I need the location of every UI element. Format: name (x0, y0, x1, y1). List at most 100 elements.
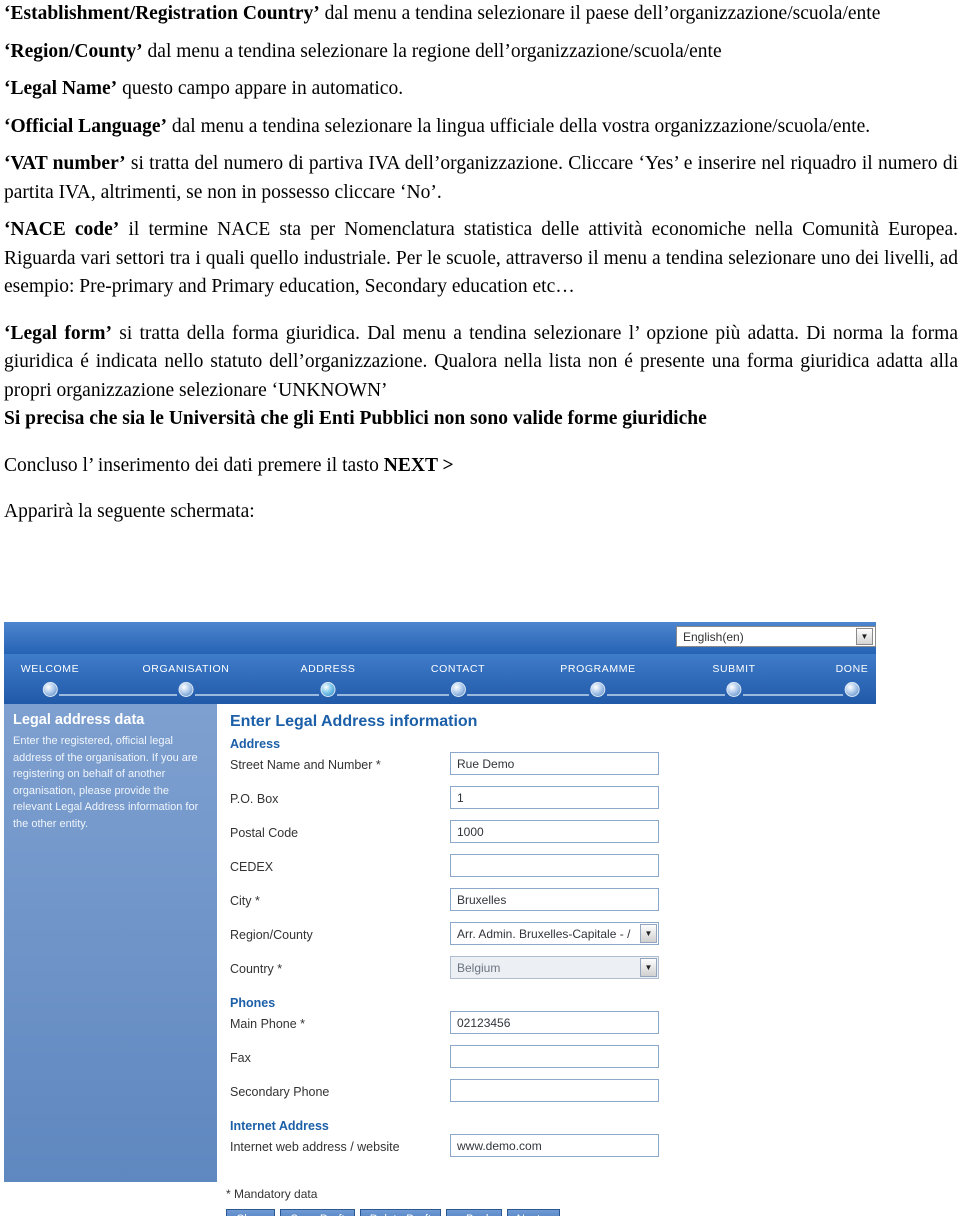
paragraph-vat: ‘VAT number’ si tratta del numero di par… (4, 150, 958, 207)
wizard-step-label: ORGANISATION (142, 663, 230, 675)
form-field-input[interactable]: www.demo.com (450, 1134, 659, 1157)
text-run: si tratta del numero di partiva IVA dell… (4, 153, 958, 203)
paragraph-precisa: Si precisa che sia le Università che gli… (4, 405, 958, 434)
form-field-input[interactable]: 02123456 (450, 1011, 659, 1034)
form-field-value: Bruxelles (457, 892, 507, 907)
bold-run: ‘Legal form’ (4, 322, 112, 344)
wizard-step-bar: WELCOME ORGANISATION ADDRESS CONTACT PROGRAM… (4, 654, 876, 704)
form-field-value: Arr. Admin. Bruxelles-Capitale - / (457, 926, 631, 941)
form-field-input[interactable] (450, 1079, 659, 1102)
form-button-bar: Close Save Draft Delete Draft < Back Next > (226, 1209, 561, 1216)
form-field-value: Belgium (457, 960, 501, 975)
wizard-step-dot[interactable] (178, 682, 194, 697)
form-field-row: Main Phone * 02123456 (217, 1011, 876, 1045)
form-field-label: Region/County (230, 928, 313, 942)
form-field-input[interactable]: 1 (450, 786, 659, 809)
wizard-step-label: PROGRAMME (560, 663, 636, 675)
document-page: ‘Establishment/Registration Country’ dal… (0, 0, 960, 1223)
wizard-step-contact[interactable]: CONTACT (431, 663, 485, 697)
chevron-down-icon[interactable]: ▼ (640, 924, 657, 943)
paragraph-legal-form: ‘Legal form’ si tratta della forma giuri… (4, 320, 958, 406)
application-screenshot: English(en) ▼ WELCOME ORGANISATION ADDRESS… (4, 622, 876, 1216)
wizard-step-dot[interactable] (590, 682, 606, 697)
wizard-step-dot[interactable] (42, 682, 58, 697)
form-group-heading: Address (230, 737, 281, 751)
form-groups: Address Street Name and Number * Rue Demo P… (217, 731, 876, 1168)
form-field-value: 1 (457, 790, 464, 805)
bold-run: ‘Legal Name’ (4, 78, 118, 99)
button-save-draft[interactable]: Save Draft (280, 1209, 355, 1216)
bold-run: ‘Official Language’ (4, 115, 168, 137)
bold-run: ‘VAT number’ (4, 153, 126, 174)
paragraph-legal-name: ‘Legal Name’ questo campo appare in auto… (4, 75, 958, 104)
form-field-value: Rue Demo (457, 756, 515, 771)
form-field-label: Street Name and Number * (230, 758, 381, 772)
form-field-label: CEDEX (230, 860, 274, 874)
button-close[interactable]: Close (226, 1209, 276, 1216)
form-field-value: 02123456 (457, 1015, 511, 1030)
form-field-label: Fax (230, 1051, 251, 1065)
form-field-label: Main Phone * (230, 1017, 306, 1031)
wizard-step-address[interactable]: ADDRESS (301, 663, 356, 697)
mandatory-data-note: * Mandatory data (226, 1187, 318, 1201)
wizard-step-dot[interactable] (844, 682, 860, 697)
form-field-row: City * Bruxelles (217, 888, 876, 922)
wizard-step-submit[interactable]: SUBMIT (712, 663, 755, 697)
wizard-step-label: WELCOME (20, 663, 80, 675)
form-title: Enter Legal Address information (230, 713, 478, 730)
bold-run: NEXT > (383, 454, 454, 476)
button-delete-draft[interactable]: Delete Draft (359, 1209, 442, 1216)
form-field-value: www.demo.com (457, 1138, 542, 1153)
document-text-body: ‘Establishment/Registration Country’ dal… (4, 0, 958, 527)
wizard-step-dot[interactable] (320, 682, 336, 697)
form-field-label: Postal Code (230, 826, 299, 840)
paragraph-region: ‘Region/County’ dal menu a tendina selez… (4, 38, 958, 67)
form-field-row: Secondary Phone (217, 1079, 876, 1113)
form-field-row: Country * Belgium ▼ (217, 956, 876, 990)
legal-address-form: Enter Legal Address information Address S… (217, 704, 876, 1182)
form-field-input[interactable]: Bruxelles (450, 888, 659, 911)
wizard-step-label: ADDRESS (300, 663, 356, 675)
form-field-input[interactable] (450, 1045, 659, 1068)
form-field-row: Postal Code 1000 (217, 820, 876, 854)
form-group-heading: Phones (230, 996, 276, 1010)
side-panel-description: Enter the registered, official legal add… (13, 735, 199, 830)
language-selector[interactable]: English(en) ▼ (676, 626, 876, 647)
text-run: si tratta della forma giuridica. Dal men… (4, 322, 958, 401)
button-next[interactable]: Next > (506, 1209, 561, 1216)
form-field-row: Street Name and Number * Rue Demo (217, 752, 876, 786)
paragraph-official-language: ‘Official Language’ dal menu a tendina s… (4, 113, 958, 142)
form-field-label: Country * (230, 962, 283, 976)
form-field-label: Internet web address / website (230, 1140, 400, 1154)
form-field-row: Region/County Arr. Admin. Bruxelles-Capit… (217, 922, 876, 956)
wizard-step-dot[interactable] (726, 682, 742, 697)
bold-run: ‘Region/County’ (4, 40, 143, 62)
form-field-input[interactable] (450, 854, 659, 877)
paragraph-concluso: Concluso l’ inserimento dei dati premere… (4, 452, 958, 481)
language-selector-value: English(en) (683, 629, 744, 644)
wizard-step-organisation[interactable]: ORGANISATION (143, 663, 230, 697)
button-back[interactable]: < Back (446, 1209, 502, 1216)
chevron-down-icon: ▼ (640, 958, 657, 977)
text-run: dal menu a tendina selezionare il paese … (319, 3, 881, 24)
wizard-step-welcome[interactable]: WELCOME (21, 663, 79, 697)
text-run: dal menu a tendina selezionare la region… (142, 40, 722, 62)
form-field-row: P.O. Box 1 (217, 786, 876, 820)
text-run: dal menu a tendina selezionare la lingua… (167, 115, 871, 137)
wizard-step-programme[interactable]: PROGRAMME (560, 663, 635, 697)
form-field-input[interactable]: 1000 (450, 820, 659, 843)
app-body: Legal address data Enter the registered,… (4, 704, 876, 1216)
wizard-step-connector (607, 694, 725, 696)
paragraph-nace: ‘NACE code’ il termine NACE sta per Nome… (4, 216, 958, 302)
form-field-input[interactable]: Rue Demo (450, 752, 659, 775)
wizard-step-connector (743, 694, 843, 696)
form-field-row: Internet web address / website www.demo.c… (217, 1134, 876, 1168)
form-field-row: Fax (217, 1045, 876, 1079)
text-run: Concluso l’ inserimento dei dati premere… (4, 454, 384, 476)
form-field-input[interactable]: Arr. Admin. Bruxelles-Capitale - / ▼ (450, 922, 659, 945)
paragraph-establishment: ‘Establishment/Registration Country’ dal… (4, 0, 958, 29)
chevron-down-icon[interactable]: ▼ (856, 628, 873, 645)
wizard-step-dot[interactable] (450, 682, 466, 697)
wizard-step-done[interactable]: DONE (836, 663, 869, 697)
wizard-step-label: CONTACT (430, 663, 486, 675)
